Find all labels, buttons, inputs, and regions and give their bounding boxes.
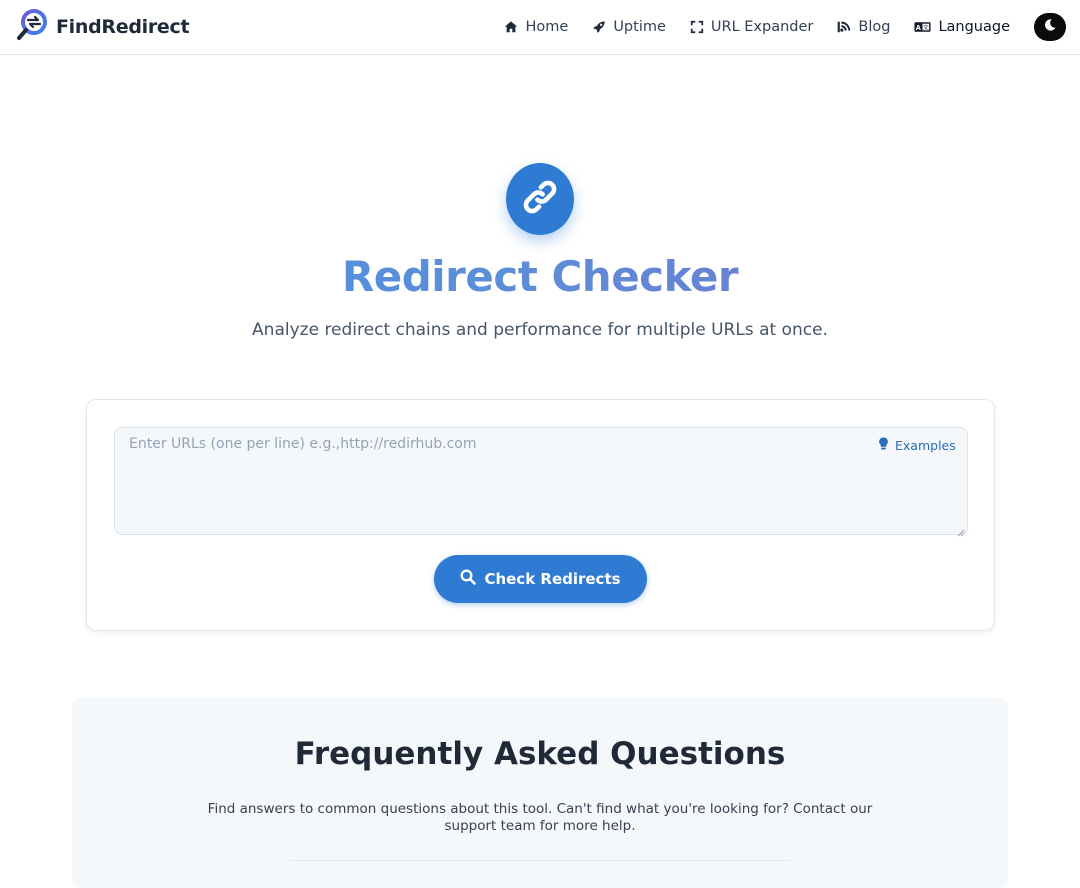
examples-label: Examples	[895, 437, 956, 453]
top-navbar: FindRedirect Home Uptime URL Expander Bl…	[0, 0, 1080, 55]
nav-uptime[interactable]: Uptime	[592, 19, 666, 35]
theme-toggle-button[interactable]	[1034, 13, 1066, 41]
nav-url-expander-label: URL Expander	[710, 19, 814, 35]
nav-language[interactable]: A文 Language	[914, 19, 1010, 35]
textarea-resize-handle[interactable]	[956, 524, 965, 537]
main-nav: Home Uptime URL Expander Blog A文 Languag…	[480, 11, 1066, 43]
expand-icon	[690, 20, 704, 34]
faq-list-top-edge	[290, 860, 790, 861]
nav-blog-label: Blog	[858, 19, 891, 35]
faq-description: Find answers to common questions about t…	[207, 801, 873, 834]
nav-home-label: Home	[525, 19, 569, 35]
faq-section: Frequently Asked Questions Find answers …	[72, 698, 1008, 888]
magnifier-redirect-logo-icon	[16, 8, 50, 47]
faq-title: Frequently Asked Questions	[294, 736, 786, 772]
moon-icon	[1043, 18, 1057, 37]
search-icon	[460, 569, 477, 589]
brand-name: FindRedirect	[56, 16, 190, 38]
nav-url-expander[interactable]: URL Expander	[690, 19, 813, 35]
nav-uptime-label: Uptime	[613, 19, 666, 35]
language-icon: A文	[914, 20, 931, 34]
lightbulb-icon	[878, 437, 889, 453]
svg-text:文: 文	[923, 23, 929, 31]
link-icon-badge	[506, 163, 574, 235]
examples-button[interactable]: Examples	[878, 437, 956, 453]
nav-language-label: Language	[938, 19, 1010, 35]
page-title: Redirect Checker	[0, 252, 1080, 301]
redirect-checker-card: Examples Check Redirects	[86, 399, 995, 631]
check-redirects-label: Check Redirects	[484, 570, 621, 588]
link-icon	[519, 176, 561, 223]
nav-blog[interactable]: Blog	[837, 19, 890, 35]
brand-logo-link[interactable]: FindRedirect	[16, 8, 190, 47]
blog-icon	[837, 20, 851, 34]
check-redirects-button[interactable]: Check Redirects	[434, 555, 647, 603]
home-icon	[504, 20, 518, 34]
page-subtitle: Analyze redirect chains and performance …	[252, 320, 828, 340]
svg-text:A: A	[916, 24, 922, 32]
rocket-icon	[592, 20, 606, 34]
nav-home[interactable]: Home	[504, 19, 568, 35]
url-list-input[interactable]	[114, 427, 968, 535]
